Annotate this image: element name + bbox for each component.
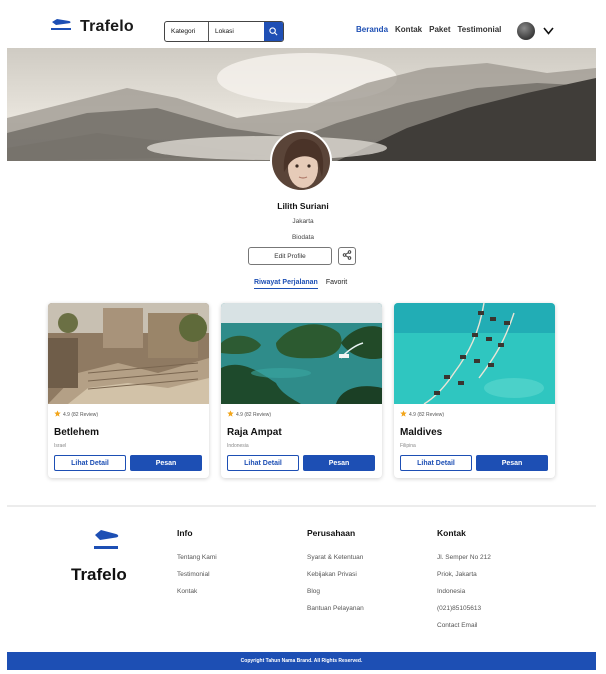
profile-name: Lilith Suriani xyxy=(277,201,329,211)
star-icon xyxy=(227,410,234,419)
footer-company-column: Perusahaan Syarat & Ketentuan Kebijakan … xyxy=(307,528,364,621)
destination-title: Betlehem xyxy=(54,427,100,438)
footer-contact-column: Kontak Jl. Semper No 212 Priok, Jakarta … xyxy=(437,528,491,638)
book-button[interactable]: Pesan xyxy=(303,455,375,471)
destination-card[interactable]: 4.9 (82 Review) Betlehem Israel Lihat De… xyxy=(48,303,209,478)
destination-title: Raja Ampat xyxy=(227,427,282,438)
footer-address: Jl. Semper No 212 xyxy=(437,554,491,561)
book-button[interactable]: Pesan xyxy=(130,455,202,471)
destination-image xyxy=(221,303,382,404)
brand-logo[interactable]: Trafelo xyxy=(50,17,134,36)
footer-brand: Trafelo xyxy=(71,565,127,584)
profile-tabs: Riwayat Perjalanan Favorit xyxy=(254,279,347,289)
location-input[interactable]: Lokasi xyxy=(209,22,264,41)
search-bar: Kategori Lokasi xyxy=(164,21,284,42)
top-navbar: Trafelo Kategori Lokasi Beranda Kontak P… xyxy=(0,0,606,48)
footer-phone[interactable]: (021)85105613 xyxy=(437,604,491,621)
nav-testimonial[interactable]: Testimonial xyxy=(458,25,502,34)
footer-heading: Info xyxy=(177,528,193,538)
airplane-icon xyxy=(50,17,72,36)
destination-country: Israel xyxy=(54,443,67,449)
destination-title: Maldives xyxy=(400,427,443,438)
view-detail-button[interactable]: Lihat Detail xyxy=(400,455,472,471)
nav-paket[interactable]: Paket xyxy=(429,25,450,34)
profile-avatar xyxy=(270,130,332,192)
tab-favorites[interactable]: Favorit xyxy=(326,279,347,289)
search-icon xyxy=(269,23,278,41)
footer-link[interactable]: Kontak xyxy=(177,587,217,604)
rating: 4.9 (82 Review) xyxy=(400,410,444,419)
footer-email-link[interactable]: Contact Email xyxy=(437,621,491,638)
footer-heading: Perusahaan xyxy=(307,528,356,538)
footer-link[interactable]: Bantuan Pelayanan xyxy=(307,604,364,621)
nav-beranda[interactable]: Beranda xyxy=(356,25,388,34)
airplane-icon xyxy=(92,527,120,556)
tab-travel-history[interactable]: Riwayat Perjalanan xyxy=(254,279,318,289)
nav-kontak[interactable]: Kontak xyxy=(395,25,422,34)
chevron-down-icon[interactable] xyxy=(543,22,554,40)
star-icon xyxy=(54,410,61,419)
footer-info-column: Info Tentang Kami Testimonial Kontak xyxy=(177,528,217,604)
profile-city: Jakarta xyxy=(292,218,314,225)
destination-card[interactable]: 4.9 (82 Review) Raja Ampat Indonesia Lih… xyxy=(221,303,382,478)
rating: 4.9 (82 Review) xyxy=(54,410,98,419)
main-nav: Beranda Kontak Paket Testimonial xyxy=(356,25,501,34)
footer-link[interactable]: Testimonial xyxy=(177,570,217,587)
view-detail-button[interactable]: Lihat Detail xyxy=(227,455,299,471)
user-menu[interactable] xyxy=(517,22,554,40)
share-icon xyxy=(342,247,352,265)
star-icon xyxy=(400,410,407,419)
view-detail-button[interactable]: Lihat Detail xyxy=(54,455,126,471)
profile-bio: Biodata xyxy=(291,234,315,241)
footer-address: Indonesia xyxy=(437,588,466,595)
footer-link[interactable]: Blog xyxy=(307,587,364,604)
destination-country: Indonesia xyxy=(227,443,249,449)
copyright-bar: Copyright Tahun Nama Brand. All Rights R… xyxy=(7,652,596,670)
avatar[interactable] xyxy=(517,22,535,40)
destination-image xyxy=(394,303,555,405)
footer-heading: Kontak xyxy=(437,528,466,538)
footer-link[interactable]: Tentang Kami xyxy=(177,553,217,570)
category-select[interactable]: Kategori xyxy=(165,22,209,41)
destination-country: Filipina xyxy=(400,443,416,449)
rating-text: 4.9 (82 Review) xyxy=(236,411,272,418)
rating-text: 4.9 (82 Review) xyxy=(409,411,445,418)
footer-divider xyxy=(7,505,596,507)
share-button[interactable] xyxy=(338,247,356,265)
rating-text: 4.9 (82 Review) xyxy=(63,411,99,418)
search-button[interactable] xyxy=(264,22,283,41)
book-button[interactable]: Pesan xyxy=(476,455,548,471)
rating: 4.9 (82 Review) xyxy=(227,410,271,419)
footer-address: Priok, Jakarta xyxy=(437,571,477,578)
destination-image xyxy=(48,303,209,404)
destination-card[interactable]: 4.9 (82 Review) Maldives Filipina Lihat … xyxy=(394,303,555,478)
footer-link[interactable]: Syarat & Ketentuan xyxy=(307,553,364,570)
edit-profile-button[interactable]: Edit Profile xyxy=(248,247,332,265)
brand-name: Trafelo xyxy=(80,17,134,35)
footer-link[interactable]: Kebijakan Privasi xyxy=(307,570,364,587)
